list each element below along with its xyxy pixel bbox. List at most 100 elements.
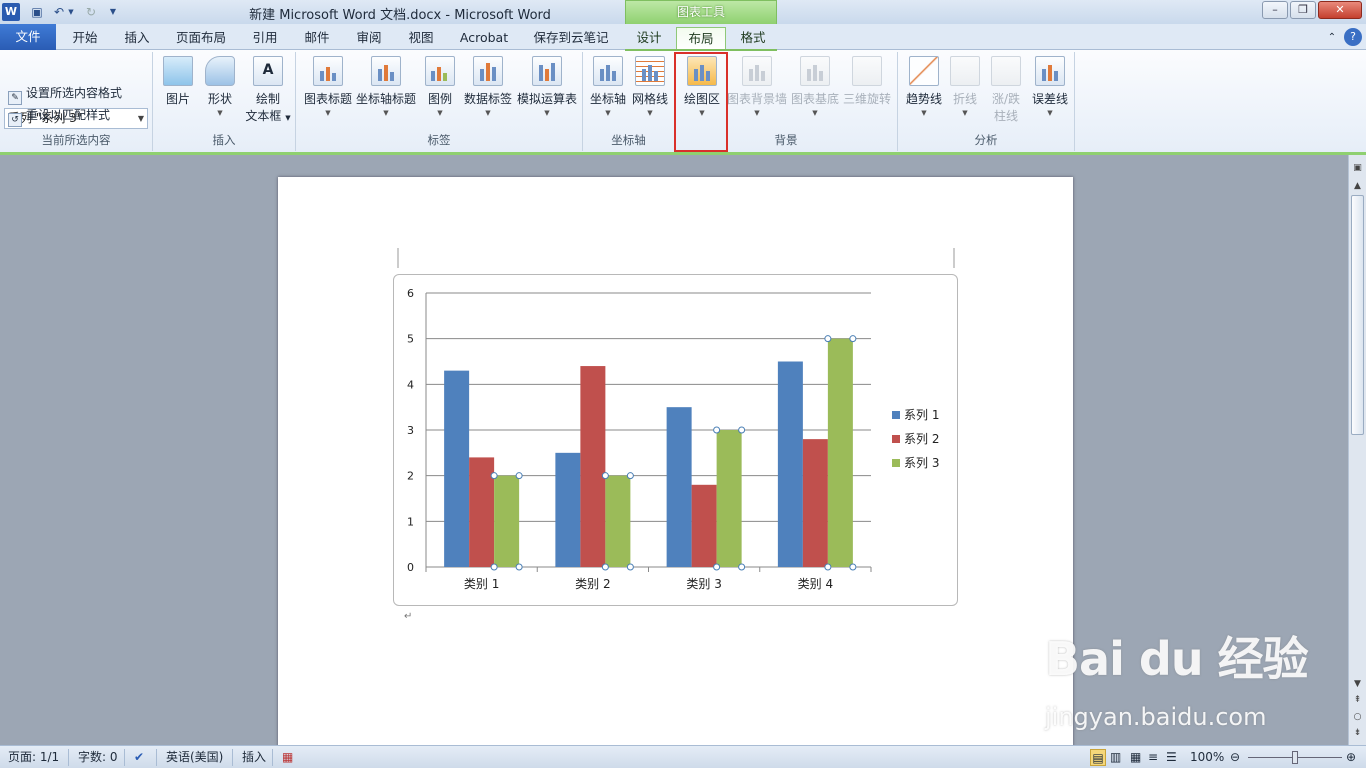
help-icon[interactable]: ? — [1344, 28, 1362, 46]
legend-label[interactable]: 系列 1 — [904, 408, 939, 422]
axis-titles-button[interactable]: 坐标轴标题 ▼ — [356, 56, 416, 117]
proofing-icon[interactable]: ✔ — [134, 749, 144, 766]
x-tick-label[interactable]: 类别 4 — [798, 577, 833, 591]
y-tick-label[interactable]: 2 — [407, 470, 414, 483]
redo-icon[interactable]: ↻ — [82, 3, 100, 21]
selection-handle[interactable] — [824, 563, 832, 571]
selection-handle[interactable] — [515, 563, 523, 571]
selection-handle[interactable] — [626, 472, 634, 480]
chart-floor-button[interactable]: 图表基底 ▼ — [789, 56, 841, 117]
bar[interactable] — [555, 452, 581, 567]
format-selection-button[interactable]: ✎ 设置所选内容格式 — [8, 84, 122, 105]
legend-swatch[interactable] — [892, 411, 900, 419]
bar[interactable] — [494, 475, 520, 567]
chart-wall-button[interactable]: 图表背景墙 ▼ — [727, 56, 787, 117]
data-table-button[interactable]: 模拟运算表 ▼ — [516, 56, 578, 117]
shapes-button[interactable]: 形状 ▼ — [203, 56, 237, 117]
trendline-button[interactable]: 趋势线 ▼ — [902, 56, 946, 117]
selection-handle[interactable] — [601, 563, 609, 571]
legend-label[interactable]: 系列 2 — [904, 432, 939, 446]
data-labels-button[interactable]: 数据标签 ▼ — [462, 56, 514, 117]
close-button[interactable]: ✕ — [1318, 1, 1362, 19]
gridlines-button[interactable]: 网格线 ▼ — [629, 56, 671, 117]
tab-acrobat[interactable]: Acrobat — [452, 27, 516, 50]
3d-rotation-button[interactable]: 三维旋转 — [841, 56, 893, 107]
bar[interactable] — [827, 338, 853, 567]
selection-handle[interactable] — [824, 335, 832, 343]
bar[interactable] — [691, 484, 717, 567]
chart-svg[interactable]: 0 1 2 3 4 5 6 类别 1 类别 2 类别 3 类别 4 系列 1 系列 2 系列 3 — [394, 275, 959, 607]
reset-style-button[interactable]: ↺ 重设以匹配样式 — [8, 106, 110, 127]
selection-handle[interactable] — [490, 472, 498, 480]
tab-design[interactable]: 设计 — [626, 27, 672, 50]
legend-button[interactable]: 图例 ▼ — [422, 56, 458, 117]
y-tick-label[interactable]: 3 — [407, 424, 414, 437]
tab-insert[interactable]: 插入 — [114, 27, 160, 50]
scroll-up-icon[interactable]: ▲ — [1351, 181, 1364, 191]
zoom-out-icon[interactable]: ⊖ — [1230, 749, 1240, 766]
picture-button[interactable]: 图片 — [161, 56, 195, 107]
bar[interactable] — [802, 439, 828, 567]
outline-icon[interactable]: ≡ — [1148, 749, 1158, 766]
tab-file[interactable]: 文件 — [0, 24, 56, 50]
page-count[interactable]: 页面: 1/1 — [8, 749, 59, 766]
selection-handle[interactable] — [515, 472, 523, 480]
tab-mailings[interactable]: 邮件 — [294, 27, 340, 50]
selection-handle[interactable] — [849, 563, 857, 571]
legend-label[interactable]: 系列 3 — [904, 456, 939, 470]
print-layout-icon[interactable]: ▤ — [1090, 749, 1106, 766]
x-tick-label[interactable]: 类别 3 — [686, 577, 721, 591]
zoom-in-icon[interactable]: ⊕ — [1346, 749, 1356, 766]
y-tick-label[interactable]: 1 — [407, 515, 414, 528]
language[interactable]: 英语(美国) — [166, 749, 223, 766]
selection-handle[interactable] — [738, 563, 746, 571]
bar[interactable] — [716, 430, 742, 567]
zoom-slider-thumb[interactable] — [1292, 751, 1298, 764]
tab-layout[interactable]: 布局 — [676, 27, 726, 50]
scrollbar-thumb[interactable] — [1351, 195, 1364, 435]
bar[interactable] — [666, 407, 692, 567]
restore-button[interactable]: ❐ — [1290, 1, 1316, 19]
tab-references[interactable]: 引用 — [242, 27, 288, 50]
bar[interactable] — [469, 457, 495, 567]
bar[interactable] — [605, 475, 631, 567]
tab-home[interactable]: 开始 — [62, 27, 108, 50]
zoom-level[interactable]: 100% — [1190, 749, 1224, 766]
view-ruler-icon[interactable]: ▣ — [1351, 163, 1364, 173]
tab-cloud-notes[interactable]: 保存到云笔记 — [526, 27, 616, 50]
x-tick-label[interactable]: 类别 1 — [464, 577, 499, 591]
tab-format[interactable]: 格式 — [730, 27, 776, 50]
y-tick-label[interactable]: 0 — [407, 561, 414, 574]
undo-dropdown-icon[interactable]: ▼ — [66, 3, 76, 21]
lines-button[interactable]: 折线 ▼ — [946, 56, 984, 117]
insert-mode[interactable]: 插入 — [242, 749, 266, 766]
customize-qat-icon[interactable]: ▼ — [104, 3, 122, 21]
selection-handle[interactable] — [849, 335, 857, 343]
legend-swatch[interactable] — [892, 435, 900, 443]
next-page-icon[interactable]: ⇟ — [1351, 728, 1364, 738]
axes-button[interactable]: 坐标轴 ▼ — [587, 56, 629, 117]
tab-view[interactable]: 视图 — [398, 27, 444, 50]
tab-page-layout[interactable]: 页面布局 — [168, 27, 234, 50]
tab-review[interactable]: 审阅 — [346, 27, 392, 50]
draft-icon[interactable]: ☰ — [1166, 749, 1177, 766]
legend-swatch[interactable] — [892, 459, 900, 467]
scroll-down-icon[interactable]: ▼ — [1351, 679, 1364, 689]
draw-textbox-button[interactable]: A 绘制 文本框 ▼ — [245, 56, 291, 124]
selection-handle[interactable] — [626, 563, 634, 571]
chart-frame[interactable]: 0 1 2 3 4 5 6 类别 1 类别 2 类别 3 类别 4 系列 1 系列 2 系列 3 — [393, 274, 958, 606]
y-tick-label[interactable]: 4 — [407, 378, 414, 391]
word-count[interactable]: 字数: 0 — [78, 749, 118, 766]
vertical-scrollbar[interactable]: ▣ ▲ ▼ ⇞ ○ ⇟ — [1348, 155, 1366, 745]
previous-page-icon[interactable]: ⇞ — [1351, 695, 1364, 705]
save-icon[interactable]: ▣ — [28, 3, 46, 21]
chart-title-button[interactable]: 图表标题 ▼ — [302, 56, 354, 117]
selection-handle[interactable] — [738, 426, 746, 434]
selection-handle[interactable] — [713, 426, 721, 434]
full-screen-reading-icon[interactable]: ▥ — [1110, 749, 1121, 766]
bar[interactable] — [777, 361, 803, 568]
browse-object-icon[interactable]: ○ — [1351, 712, 1364, 722]
web-layout-icon[interactable]: ▦ — [1130, 749, 1141, 766]
x-tick-label[interactable]: 类别 2 — [575, 577, 610, 591]
bar[interactable] — [444, 370, 470, 567]
